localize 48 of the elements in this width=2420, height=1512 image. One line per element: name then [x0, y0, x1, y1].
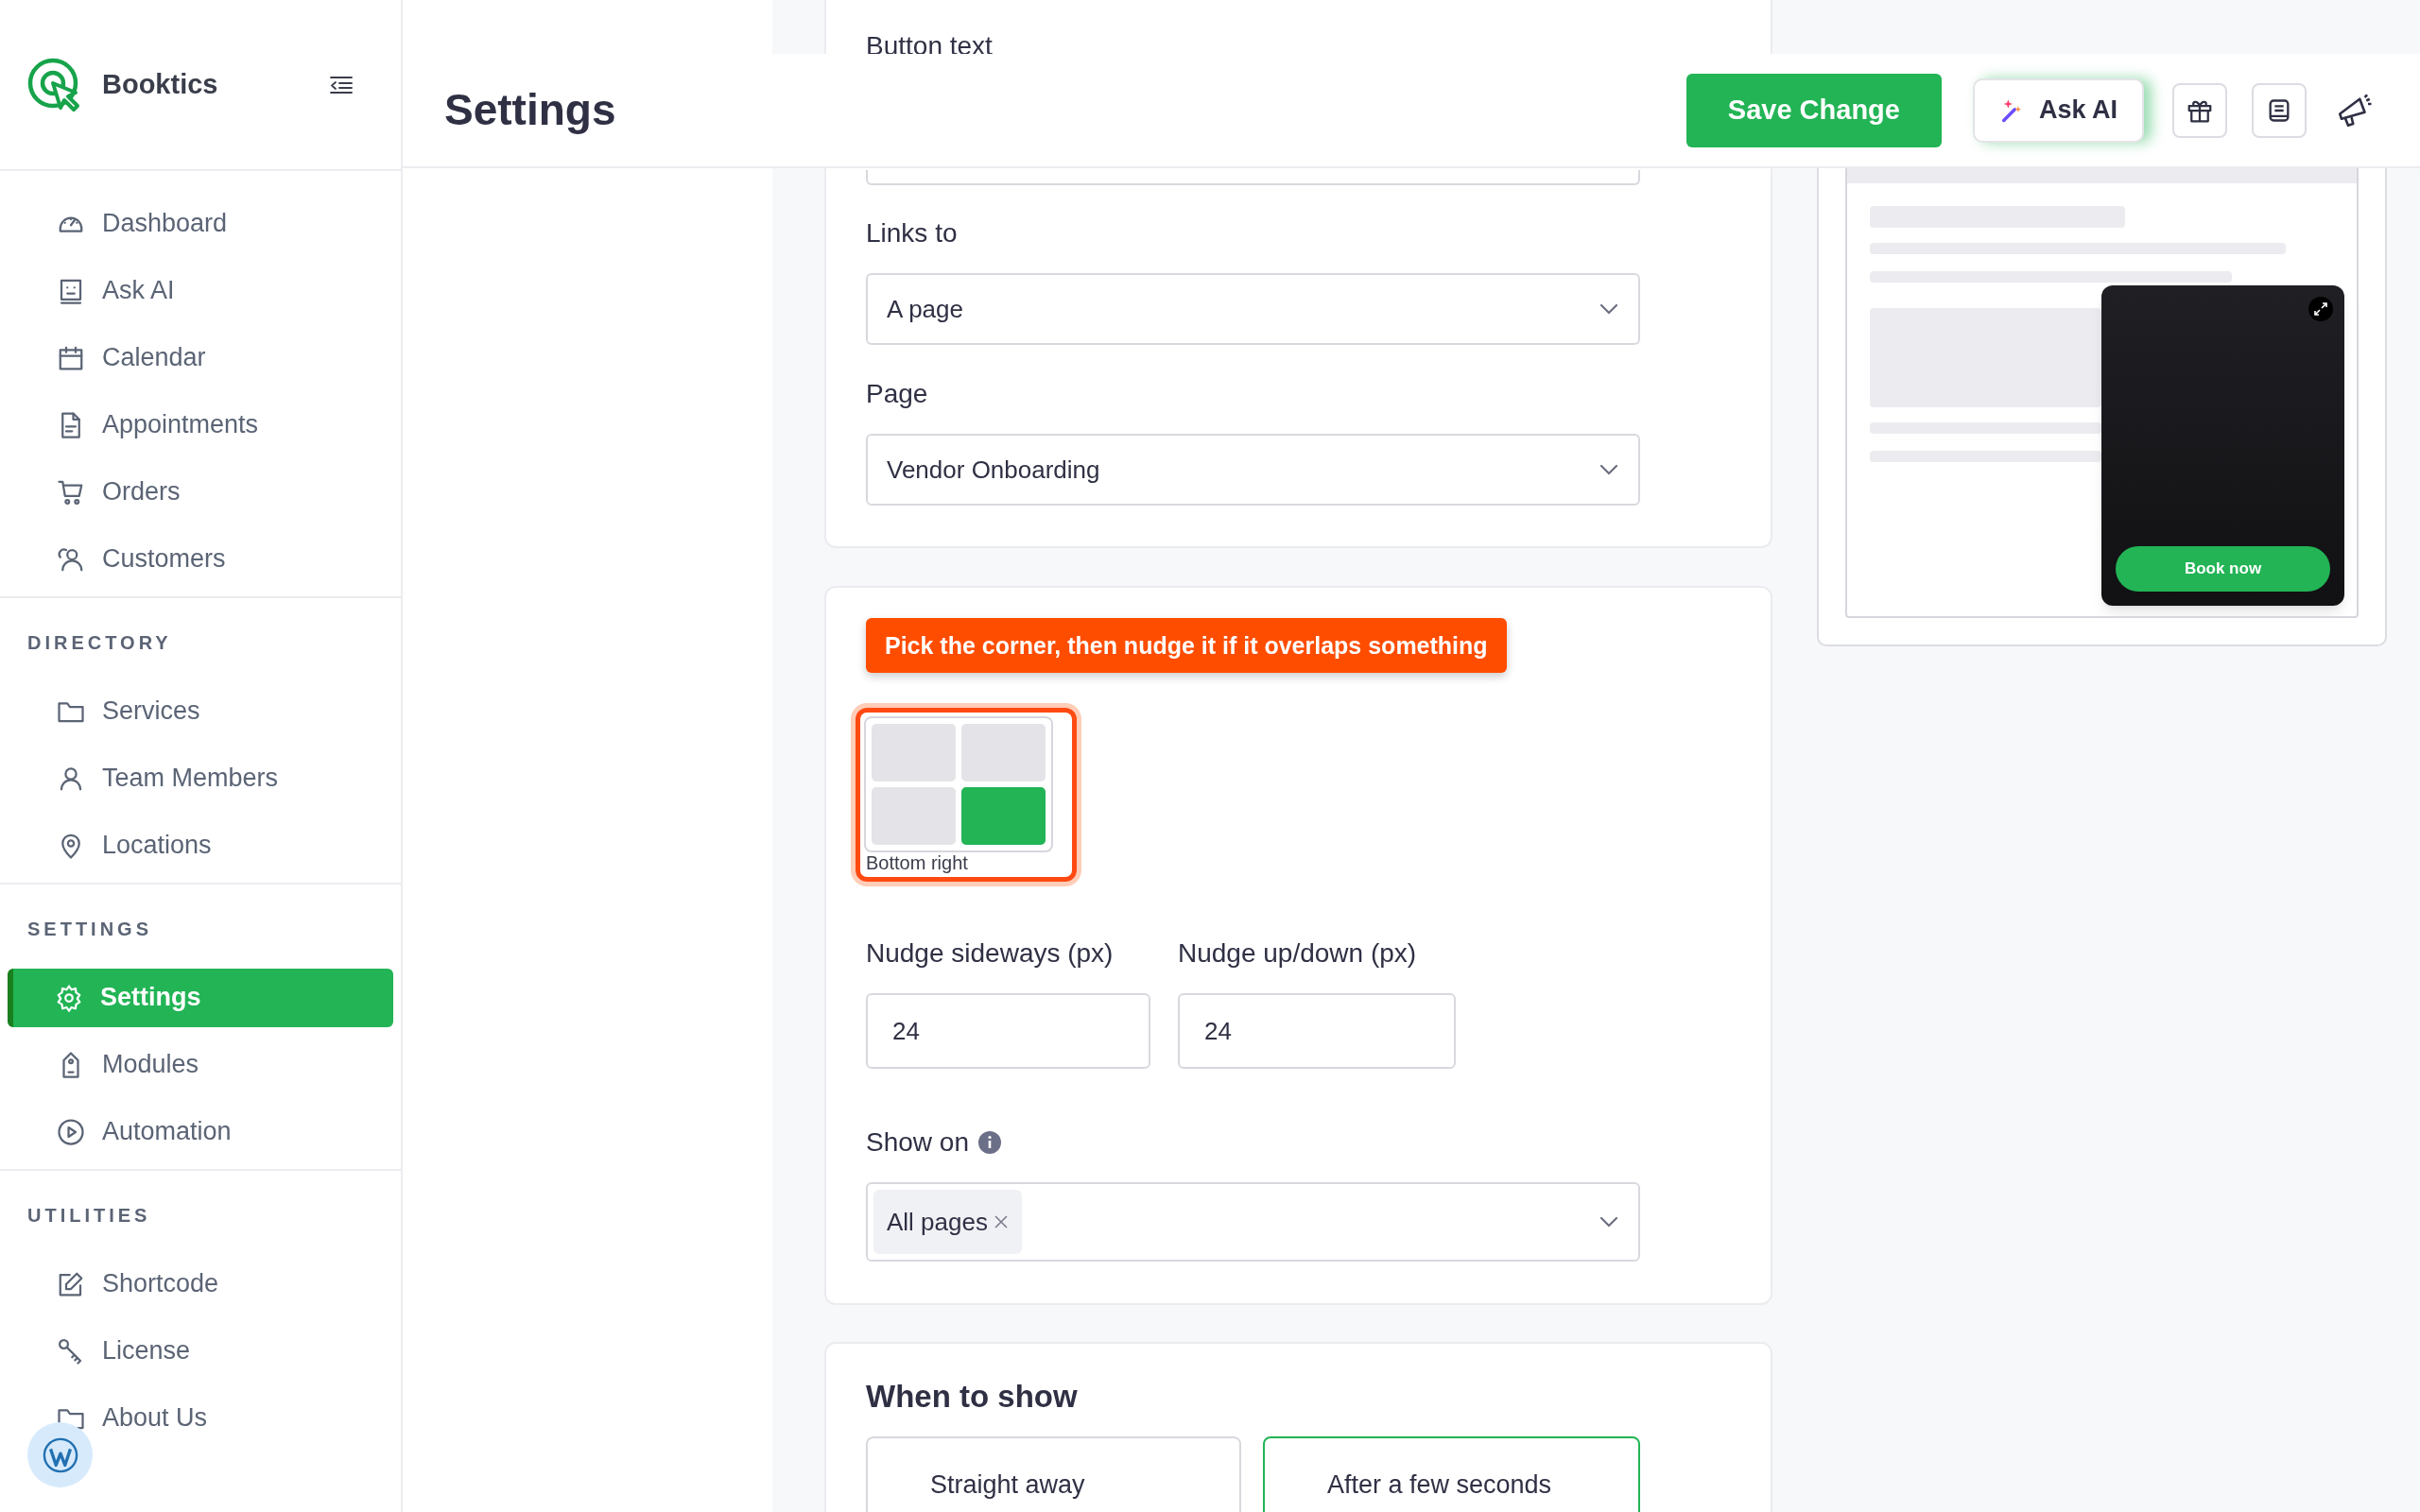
sidebar-item[interactable]: Calendar [8, 328, 393, 387]
number-input[interactable]: 24 [1178, 993, 1456, 1069]
info-icon [977, 1131, 1001, 1154]
multi-select-field[interactable]: All pages [866, 1182, 1640, 1262]
sidebar-item[interactable]: Appointments [8, 395, 393, 455]
sidebar-item[interactable]: Customers [8, 529, 393, 589]
app-name: Booktics [102, 67, 218, 101]
play-icon [57, 1117, 85, 1146]
docs-button[interactable] [2252, 82, 2307, 138]
select-field[interactable]: A page [866, 273, 1640, 345]
collapse-menu-icon[interactable] [329, 74, 354, 95]
section-heading: UTILITIES [27, 1204, 151, 1228]
gift-button[interactable] [2172, 82, 2227, 138]
wordpress-icon [42, 1436, 78, 1473]
field-label: Nudge sideways (px) [866, 937, 1114, 970]
ask-ai-button[interactable]: Ask AI [1972, 77, 2144, 143]
sidebar-item[interactable]: Shortcode [8, 1254, 393, 1314]
sidebar-item[interactable]: Modules [8, 1035, 393, 1094]
sidebar-item[interactable]: Dashboard [8, 194, 393, 253]
tag-chip: All pages [873, 1190, 1022, 1254]
field-label: Nudge up/down (px) [1178, 937, 1417, 970]
field-label: Show on [866, 1126, 969, 1159]
remove-icon[interactable] [993, 1214, 1009, 1229]
chevron-down-icon [1599, 302, 1619, 316]
settings-icon [55, 983, 83, 1012]
section-title: When to show [866, 1378, 1079, 1416]
number-input[interactable]: 24 [866, 993, 1150, 1069]
sidebar-item[interactable]: Orders [8, 462, 393, 522]
field-label: Page [866, 378, 928, 410]
hint-banner: Pick the corner, then nudge it if it overlaps something [866, 618, 1507, 673]
field-label: Links to [866, 217, 958, 249]
sidebar-item[interactable]: Locations [8, 816, 393, 875]
input-field[interactable] [866, 170, 1640, 185]
timing-option[interactable]: Straight away [866, 1436, 1241, 1512]
expand-icon[interactable] [2308, 297, 2333, 321]
sidebar-item[interactable]: Automation [8, 1102, 393, 1161]
section-heading: SETTINGS [27, 918, 152, 941]
sidebar-item[interactable]: License [8, 1321, 393, 1381]
chevron-down-icon [1599, 463, 1619, 476]
section-heading: DIRECTORY [27, 631, 172, 655]
chevron-down-icon [1599, 1215, 1619, 1228]
page-title: Settings [444, 84, 616, 136]
sidebar-item[interactable]: Services [8, 681, 393, 741]
sidebar-item[interactable]: Team Members [8, 748, 393, 808]
corner-caption: Bottom right [865, 852, 969, 873]
select-field[interactable]: Vendor Onboarding [866, 434, 1640, 506]
sidebar-item[interactable]: Ask AI [8, 261, 393, 320]
timing-option[interactable]: After a few seconds [1263, 1436, 1640, 1512]
